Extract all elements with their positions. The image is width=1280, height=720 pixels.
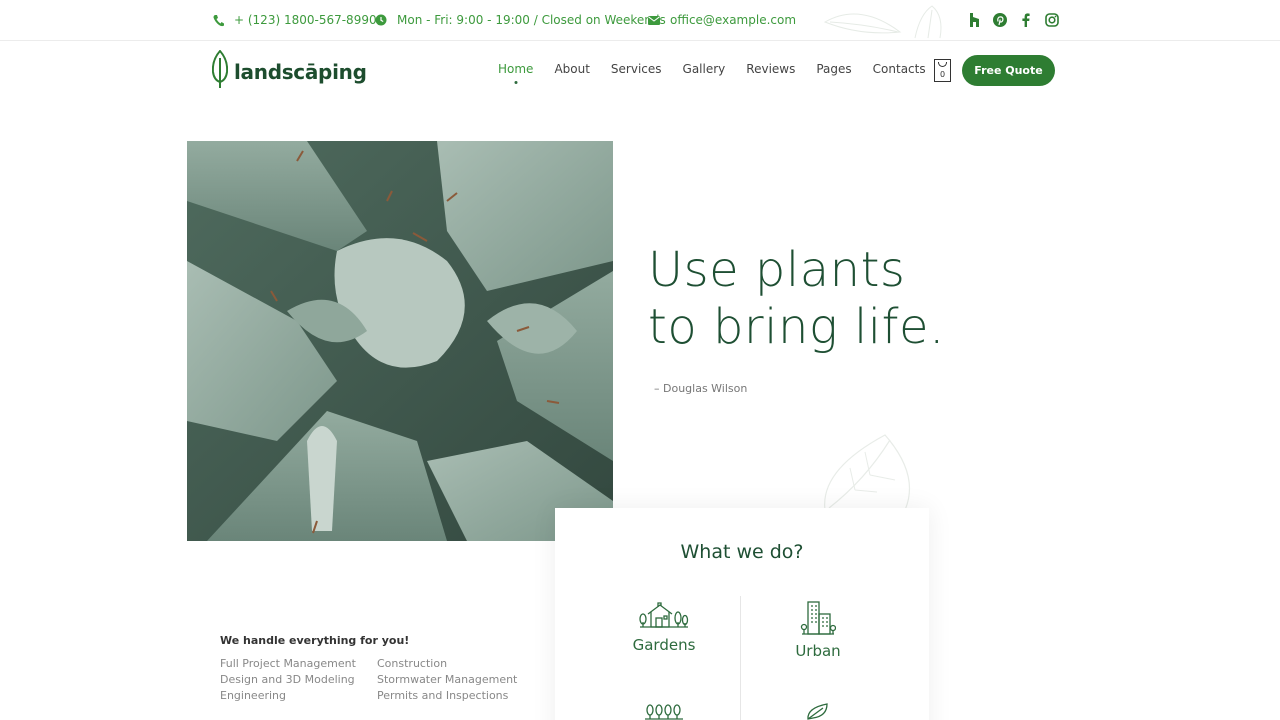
house-garden-icon [589, 600, 739, 630]
what-we-do-title: What we do? [680, 541, 804, 563]
hero-author: – Douglas Wilson [654, 382, 748, 395]
houzz-icon[interactable] [966, 11, 982, 29]
features-list-2: Construction Stormwater Management Permi… [377, 656, 517, 704]
facebook-icon[interactable] [1018, 11, 1034, 29]
features-list-1: Full Project Management Design and 3D Mo… [220, 656, 356, 704]
service-gardens[interactable]: Gardens [589, 600, 739, 654]
nav-reviews[interactable]: Reviews [746, 62, 795, 76]
logo-text: landscāping [234, 60, 367, 84]
feature-item: Engineering [220, 689, 286, 702]
what-we-do-card: What we do? Gardens Urban [555, 508, 929, 720]
phone-icon [213, 14, 224, 27]
feature-item: Stormwater Management [377, 673, 518, 686]
hero-title: Use plants to bring life. [648, 242, 945, 355]
nav-contacts[interactable]: Contacts [873, 62, 926, 76]
hours-text: Mon - Fri: 9:00 - 19:00 / Closed on Week… [397, 13, 666, 27]
email-text: office@example.com [670, 13, 797, 27]
bag-icon [938, 62, 947, 67]
service-label: Urban [795, 642, 841, 660]
feature-item: Design and 3D Modeling [220, 673, 355, 686]
leaf-logo-icon [211, 49, 229, 94]
nav-pages[interactable]: Pages [816, 62, 851, 76]
trees-icon [589, 702, 739, 720]
service-label: Gardens [632, 636, 696, 654]
service-trees[interactable] [589, 702, 739, 720]
phone-info[interactable]: + (123) 1800-567-8990 [213, 13, 377, 27]
envelope-icon [648, 15, 660, 25]
card-divider [740, 596, 741, 720]
email-info[interactable]: office@example.com [648, 13, 796, 27]
hours-info: Mon - Fri: 9:00 - 19:00 / Closed on Week… [375, 13, 666, 27]
service-urban[interactable]: Urban [743, 600, 893, 660]
features-title: We handle everything for you! [220, 634, 410, 647]
leaf-decoration-icon [820, 2, 960, 44]
free-quote-button[interactable]: Free Quote [962, 55, 1055, 86]
clock-icon [375, 14, 387, 26]
site-logo[interactable]: landscāping [211, 49, 367, 94]
feature-item: Full Project Management [220, 657, 356, 670]
cart-button[interactable]: 0 [934, 59, 951, 82]
service-leaf[interactable] [743, 702, 893, 720]
cart-count: 0 [939, 70, 946, 79]
hero-image-agave [187, 141, 613, 541]
leaf-icon [743, 702, 893, 720]
nav-gallery[interactable]: Gallery [683, 62, 726, 76]
main-nav: Home About Services Gallery Reviews Pages Cont… [498, 62, 926, 76]
nav-home[interactable]: Home [498, 62, 533, 76]
top-bar: + (123) 1800-567-8990 Mon - Fri: 9:00 - … [0, 0, 1280, 41]
pinterest-icon[interactable] [992, 11, 1008, 29]
phone-text: + (123) 1800-567-8990 [234, 13, 377, 27]
nav-about[interactable]: About [554, 62, 589, 76]
building-icon [743, 600, 893, 636]
nav-services[interactable]: Services [611, 62, 662, 76]
instagram-icon[interactable] [1044, 11, 1060, 29]
social-links [966, 11, 1060, 29]
feature-item: Permits and Inspections [377, 689, 509, 702]
feature-item: Construction [377, 657, 448, 670]
